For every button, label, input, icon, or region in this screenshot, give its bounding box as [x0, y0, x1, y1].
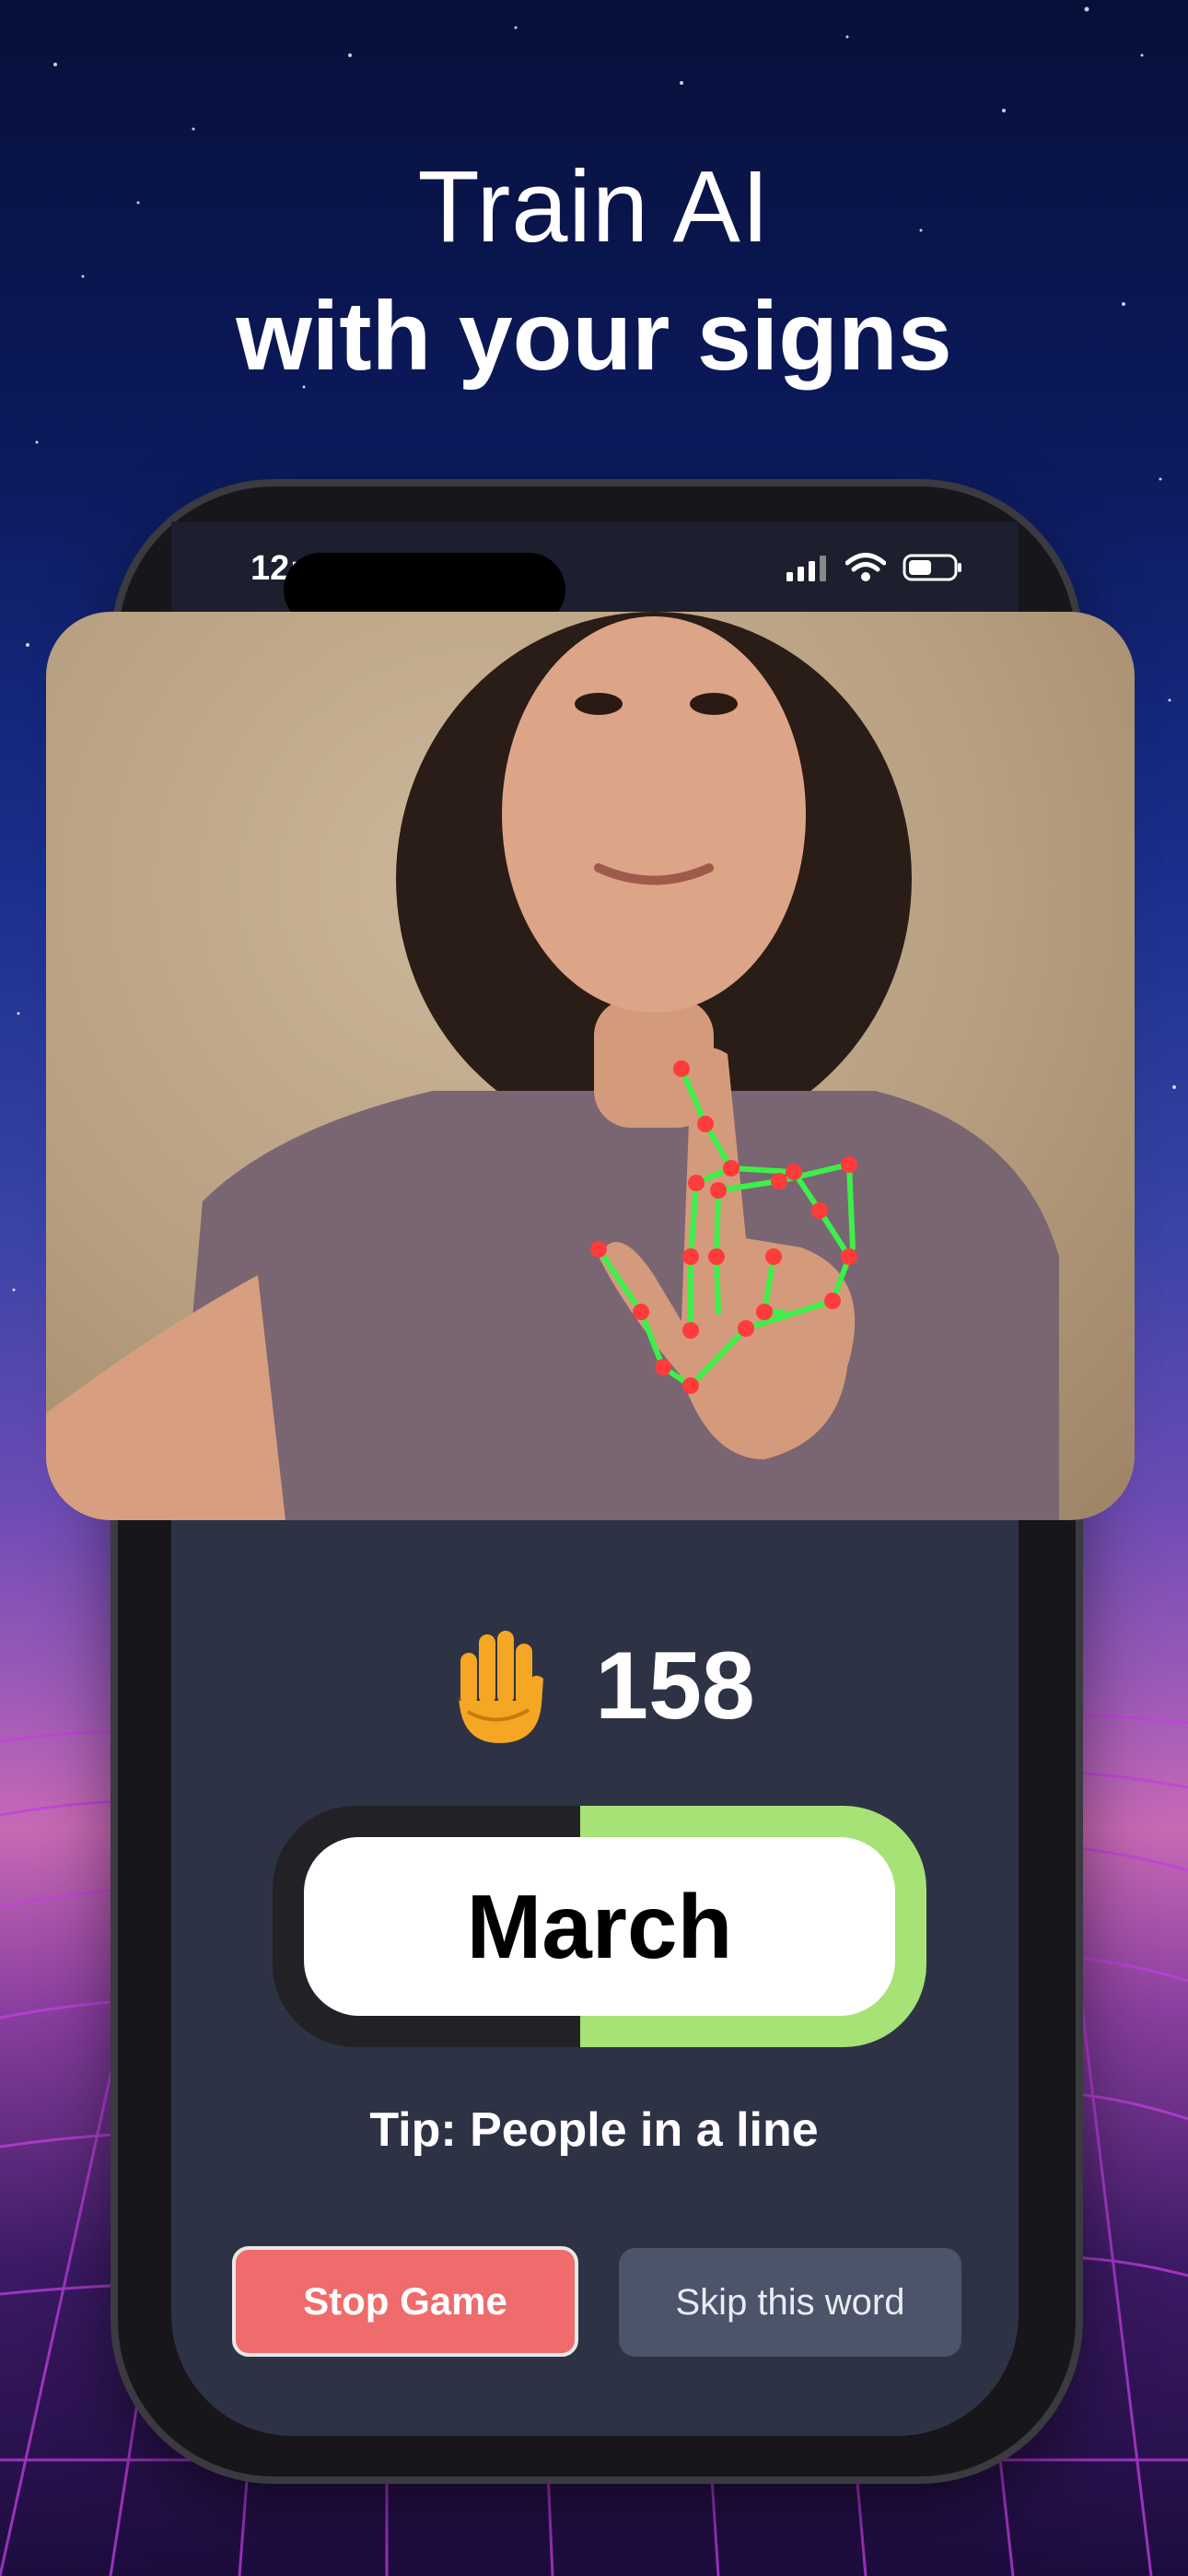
raised-hand-icon [459, 1631, 544, 1743]
headline-line-1: Train AI [417, 150, 771, 263]
word-card: March [273, 1806, 926, 2047]
skip-word-button[interactable]: Skip this word [619, 2248, 961, 2357]
battery-icon [903, 554, 961, 581]
camera-preview-image [46, 612, 1059, 1520]
cellular-signal-icon [786, 556, 826, 581]
headline-line-2: with your signs [236, 282, 952, 391]
target-word: March [304, 1837, 895, 2016]
score-display: 158 [0, 1622, 1188, 1751]
camera-feed [46, 612, 1135, 1520]
tip-text: Tip: People in a line [369, 2103, 819, 2157]
score-value: 158 [595, 1632, 755, 1739]
headline: Train AI with your signs [0, 147, 1188, 405]
stop-game-button[interactable]: Stop Game [232, 2246, 578, 2357]
wifi-icon [845, 553, 886, 581]
